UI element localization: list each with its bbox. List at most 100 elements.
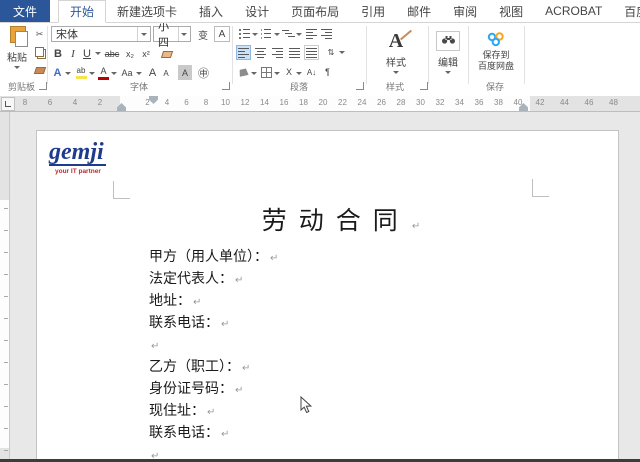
text-effects-button[interactable]: A (51, 65, 64, 80)
highlight-color-button[interactable]: ab (74, 65, 88, 80)
clear-formatting-button[interactable] (160, 48, 174, 60)
superscript-button[interactable]: x² (139, 46, 153, 61)
distribute-button[interactable] (304, 45, 319, 60)
character-shading-button[interactable]: A (178, 65, 192, 80)
borders-button[interactable] (260, 65, 273, 79)
sort-button[interactable]: A↓ (304, 65, 319, 79)
paragraph-mark: ↵ (235, 385, 244, 396)
paste-button[interactable]: 粘贴 (4, 26, 30, 74)
editing-button[interactable]: 编辑 (431, 26, 465, 78)
clipboard-dialog-launcher[interactable] (39, 82, 47, 90)
tab-selector[interactable] (1, 97, 15, 111)
justify-button[interactable] (287, 45, 302, 60)
underline-button[interactable]: U (81, 46, 93, 61)
shading-dropdown-arrow[interactable] (251, 72, 257, 75)
text-effects-dropdown-arrow[interactable] (65, 72, 71, 75)
paste-dropdown-arrow[interactable] (14, 66, 20, 69)
line-spacing-dropdown-arrow[interactable] (339, 51, 345, 54)
show-marks-button[interactable]: ¶ (321, 65, 334, 79)
scissors-icon: ✂ (35, 28, 44, 39)
tab-baidu-netdisk[interactable]: 百度网盘 (613, 0, 640, 22)
copy-button[interactable] (33, 46, 46, 58)
document-line[interactable]: 联系电话： ↵ (149, 423, 539, 445)
document-area[interactable]: gemji your IT partner 劳动合同 ↵ 甲方（用人单位）： ↵ 法定… (0, 112, 640, 459)
bullets-button[interactable] (237, 27, 251, 40)
save-to-baidu-button[interactable]: 保存到 百度网盘 (471, 26, 521, 78)
document-line[interactable]: 甲方（用人单位）： ↵ (149, 247, 539, 269)
asian-layout-dropdown-arrow[interactable] (296, 72, 302, 75)
subscript-button[interactable]: x₂ (123, 46, 137, 61)
font-name-combo[interactable]: 宋体 (51, 26, 151, 42)
document-line[interactable]: 法定代表人： ↵ (149, 269, 539, 291)
font-name-dropdown[interactable] (137, 27, 150, 41)
vertical-ruler[interactable] (0, 112, 10, 459)
paragraph-dialog-launcher[interactable] (356, 82, 364, 90)
font-color-dropdown-arrow[interactable] (111, 72, 117, 75)
document-line[interactable]: 联系电话： ↵ (149, 313, 539, 335)
strikethrough-button[interactable]: abc (103, 46, 121, 61)
font-size-combo[interactable]: 小四 (153, 21, 191, 49)
bullets-dropdown-arrow[interactable] (252, 33, 258, 36)
italic-button[interactable]: I (67, 46, 79, 61)
multilevel-dropdown-arrow[interactable] (296, 33, 302, 36)
tab-design[interactable]: 设计 (234, 0, 280, 22)
document-line[interactable]: 乙方（职工）： ↵ (149, 357, 539, 379)
numbering-dropdown-arrow[interactable] (274, 33, 280, 36)
align-right-button[interactable] (270, 45, 285, 60)
highlight-dropdown-arrow[interactable] (89, 72, 95, 75)
borders-dropdown-arrow[interactable] (274, 72, 280, 75)
font-color-button[interactable]: A (97, 65, 110, 80)
sort-icon: A↓ (306, 67, 317, 77)
horizontal-ruler[interactable]: 8 6 4 2 2 4 6 8 10 12 14 16 18 20 22 24 26 28 30 32 34 36 38 40… (0, 96, 640, 112)
tab-view[interactable]: 视图 (488, 0, 534, 22)
styles-button[interactable]: A 样式 (372, 26, 420, 78)
enclose-characters-button[interactable]: ㊥ (196, 65, 211, 80)
tab-mailings[interactable]: 邮件 (396, 0, 442, 22)
shrink-font-button[interactable]: A (160, 67, 172, 80)
phonetic-guide-button[interactable]: 变 (194, 26, 212, 42)
tab-new-tab[interactable]: 新建选项卡 (106, 0, 188, 22)
ruler-number: 2 (97, 98, 103, 107)
font-dialog-launcher[interactable] (222, 82, 230, 90)
vertical-ruler-tick (4, 296, 8, 297)
align-center-button[interactable] (253, 45, 268, 60)
tab-page-layout[interactable]: 页面布局 (280, 0, 350, 22)
multilevel-list-button[interactable] (281, 27, 295, 40)
underline-dropdown-arrow[interactable] (95, 52, 101, 55)
tab-file[interactable]: 文件 (0, 0, 51, 22)
shading-button[interactable] (237, 65, 250, 79)
format-painter-button[interactable] (33, 64, 46, 76)
tab-home[interactable]: 开始 (58, 0, 107, 23)
tab-review[interactable]: 审阅 (442, 0, 488, 22)
change-case-dropdown-arrow[interactable] (136, 72, 142, 75)
document-body[interactable]: 甲方（用人单位）： ↵ 法定代表人： ↵ 地址： ↵ 联系电话： ↵ ↵ 乙方（职工）： ↵ 身份证号… (149, 247, 539, 459)
styles-dropdown-arrow[interactable] (393, 71, 399, 74)
document-line[interactable]: ↵ (149, 445, 539, 459)
tab-selector-l-icon (5, 101, 11, 107)
tab-insert[interactable]: 插入 (188, 0, 234, 22)
tab-acrobat[interactable]: ACROBAT (534, 0, 613, 22)
document-line[interactable]: ↵ (149, 335, 539, 357)
change-case-button[interactable]: Aa (119, 65, 135, 80)
grow-font-button[interactable]: A (146, 65, 159, 80)
line-spacing-button[interactable]: ⇅ (324, 45, 338, 60)
character-border-button[interactable]: A (214, 26, 230, 42)
increase-indent-button[interactable] (320, 27, 333, 40)
decrease-indent-button[interactable] (305, 27, 318, 40)
tab-references[interactable]: 引用 (350, 0, 396, 22)
mouse-cursor (300, 396, 312, 414)
save-button-line1: 保存到 (482, 50, 510, 60)
document-line[interactable]: 地址： ↵ (149, 291, 539, 313)
cut-button[interactable]: ✂ (33, 28, 46, 40)
align-left-button[interactable] (236, 45, 251, 60)
document-line[interactable]: 现住址： ↵ (149, 401, 539, 423)
asian-layout-button[interactable]: X (283, 65, 295, 79)
document-line[interactable]: 身份证号码： ↵ (149, 379, 539, 401)
styles-dialog-launcher[interactable] (420, 82, 428, 90)
page[interactable]: gemji your IT partner 劳动合同 ↵ 甲方（用人单位）： ↵ 法定… (36, 130, 619, 459)
editing-dropdown-arrow[interactable] (445, 70, 451, 74)
bold-button[interactable]: B (51, 46, 65, 61)
font-size-dropdown[interactable] (178, 27, 190, 41)
numbering-button[interactable] (259, 27, 273, 40)
document-title[interactable]: 劳动合同 ↵ (149, 201, 533, 237)
